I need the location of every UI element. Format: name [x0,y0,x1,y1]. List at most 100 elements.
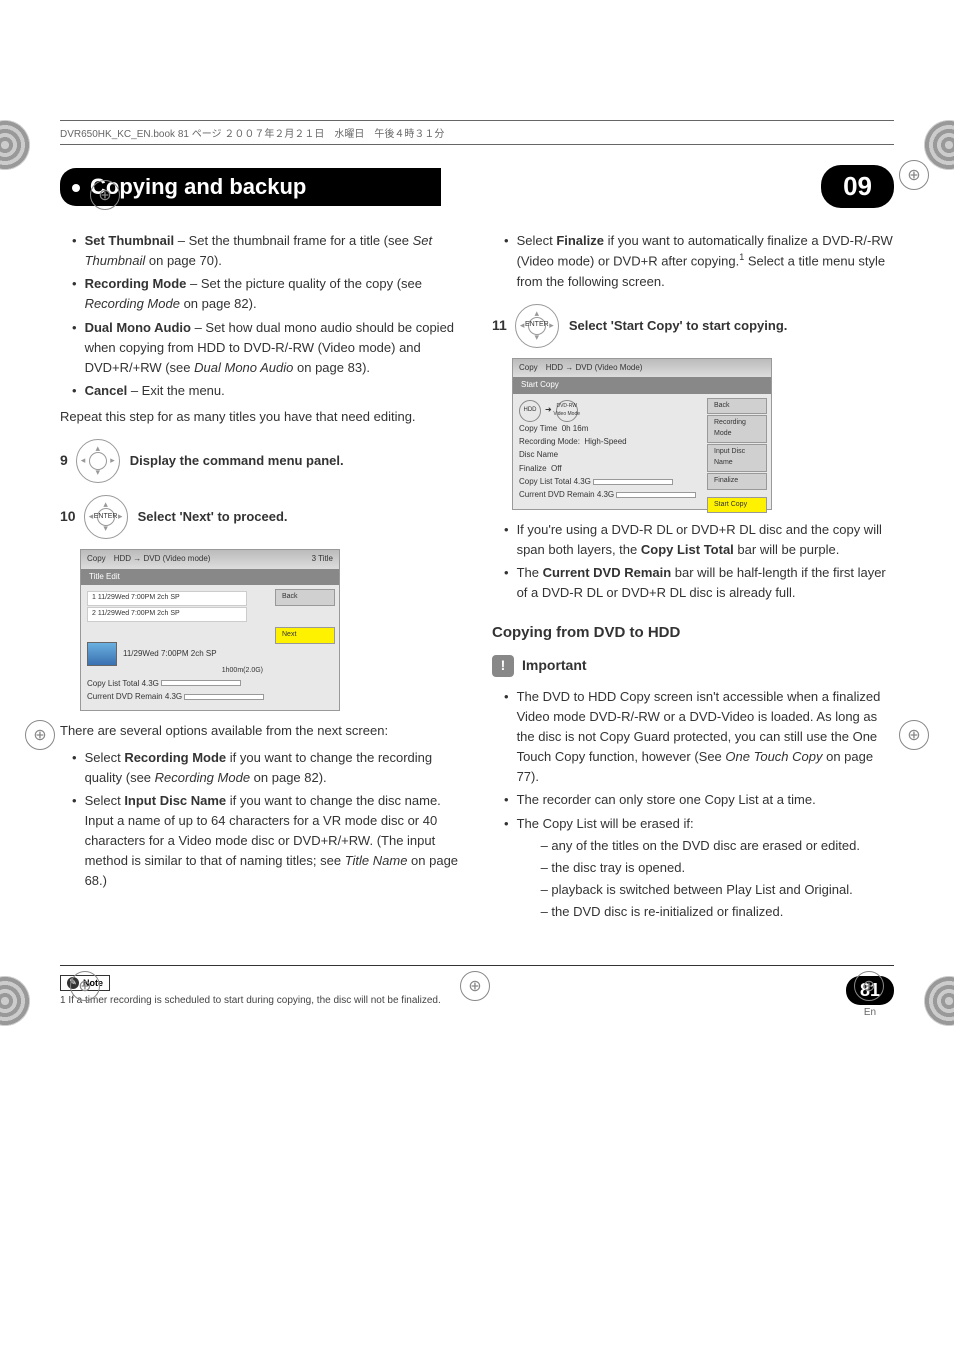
label: Finalize [519,464,547,473]
enter-button-icon: ENTER ▸ ▴ ▾ ◂ [84,495,128,539]
list-item: • If you're using a DVD-R DL or DVD+R DL… [504,520,894,560]
right-column: • Select Finalize if you want to automat… [492,228,894,925]
text: Select [517,233,557,248]
list-item: • The DVD to HDD Copy screen isn't acces… [504,687,894,788]
ss-remain-label: Current DVD Remain [87,692,163,701]
text: Select [85,750,125,765]
list-item: • Recording Mode – Set the picture quali… [72,274,462,314]
val: High-Speed [584,437,626,446]
list-item: • Select Finalize if you want to automat… [504,231,894,292]
section-heading: Copying from DVD to HDD [492,621,894,644]
step-text: Display the command menu panel. [130,451,344,471]
ss-back-btn: Back [275,589,335,606]
label: Finalize [556,233,604,248]
thumbnail-icon [87,642,117,666]
sub-item: – any of the titles on the DVD disc are … [541,836,860,856]
chapter-number: 09 [821,165,894,208]
ref: Dual Mono Audio [194,360,293,375]
progress-bar-icon [616,492,696,498]
list-item: • Set Thumbnail – Set the thumbnail fram… [72,231,462,271]
ui-screenshot-title-edit: Copy HDD → DVD (Video mode) 3 Title Titl… [80,549,340,711]
text: Select [85,793,125,808]
label: Input Disc Name [124,793,226,808]
text: The Copy List will be erased if: [517,816,694,831]
label: Cancel [85,383,128,398]
page-lang: En [846,1007,894,1018]
dvd-disc-icon: DVD-RW Video Mode [556,400,578,422]
target-mark: ⊕ [70,971,100,1001]
ss-mode-label: HDD → DVD (Video mode) [114,553,211,565]
target-mark: ⊕ [90,180,120,210]
text: – Set the thumbnail frame for a title (s… [174,233,412,248]
ss-copy-label: Copy [519,362,538,374]
ss-duration: 1h00m(2.0G) [87,666,263,677]
label: Recording Mode [85,276,187,291]
step-text: Select 'Next' to proceed. [138,507,288,527]
label: Dual Mono Audio [85,320,191,335]
label: Current DVD Remain [543,565,672,580]
print-registration-cone [0,976,30,1026]
header-filename: DVR650HK_KC_EN.book 81 ページ ２００７年２月２１日 水曜… [60,120,894,145]
step-number: 10 [60,506,76,528]
list-item: • Select Input Disc Name if you want to … [72,791,462,892]
list-item: • The recorder can only store one Copy L… [504,790,894,810]
ref: One Touch Copy [725,749,822,764]
ref: Recording Mode [85,296,180,311]
important-callout: ! Important [492,655,894,677]
val: 0h 16m [562,424,589,433]
text: on page 70). [145,253,222,268]
sub-item: – the disc tray is opened. [541,858,860,878]
text: – Exit the menu. [127,383,225,398]
step-number: 9 [60,450,68,472]
ref: Recording Mode [155,770,250,785]
important-label: Important [522,655,587,677]
paragraph: There are several options available from… [60,721,462,741]
ss-next-btn: Next [275,627,335,644]
chapter-banner: Copying and backup 09 [60,165,894,208]
val: 4.3G [597,490,614,499]
print-registration-cone [924,120,954,170]
ss-val: 4.3G [165,692,182,701]
ss-menu-recmode: Recording Mode [707,415,767,443]
ss-copy-label: Copy [87,553,106,565]
enter-button-icon: ENTER ▸ ▴ ▾ ◂ [515,304,559,348]
list-item: • Cancel – Exit the menu. [72,381,462,401]
step-10: 10 ENTER ▸ ▴ ▾ ◂ Select 'Next' to procee… [60,495,462,539]
target-mark: ⊕ [899,160,929,190]
text: on page 82). [250,770,327,785]
list-item: • The Current DVD Remain bar will be hal… [504,563,894,603]
print-registration-cone [0,120,30,170]
label: Recording Mode [124,750,226,765]
label: Current DVD Remain [519,490,595,499]
ss-menu-startcopy: Start Copy [707,497,767,514]
step-number: 11 [492,315,507,337]
progress-bar-icon [184,694,264,700]
list-item: • Select Recording Mode if you want to c… [72,748,462,788]
sub-item: – playback is switched between Play List… [541,880,860,900]
ss-titles: 3 Title [312,553,333,565]
ss-row: 2 11/29Wed 7:00PM 2ch SP [87,607,247,622]
text: bar will be purple. [734,542,840,557]
label: Recording Mode: [519,437,580,446]
ui-screenshot-start-copy: Copy HDD → DVD (Video Mode) Start Copy H… [512,358,772,510]
ss-val: 4.3G [142,679,159,688]
text: The [517,565,543,580]
progress-bar-icon [161,680,241,686]
progress-bar-icon [593,479,673,485]
ref: Title Name [345,853,408,868]
label: Copy List Total [519,477,571,486]
dpad-right-icon: ▸ ▴ ▾ ◂ [76,439,120,483]
ss-menu-finalize: Finalize [707,473,767,490]
ss-preview-text: 11/29Wed 7:00PM 2ch SP [123,648,217,660]
text: The recorder can only store one Copy Lis… [517,790,816,810]
target-mark: ⊕ [854,971,884,1001]
label: Copy List Total [641,542,734,557]
ss-row: 1 11/29Wed 7:00PM 2ch SP [87,591,247,606]
text: on page 82). [180,296,257,311]
ss-menu-back: Back [707,398,767,415]
step-11: 11 ENTER ▸ ▴ ▾ ◂ Select 'Start Copy' to … [492,304,894,348]
ss-tab: Title Edit [81,569,339,585]
target-mark: ⊕ [899,720,929,750]
ss-menu-inputdisc: Input Disc Name [707,444,767,472]
paragraph: Repeat this step for as many titles you … [60,407,462,427]
